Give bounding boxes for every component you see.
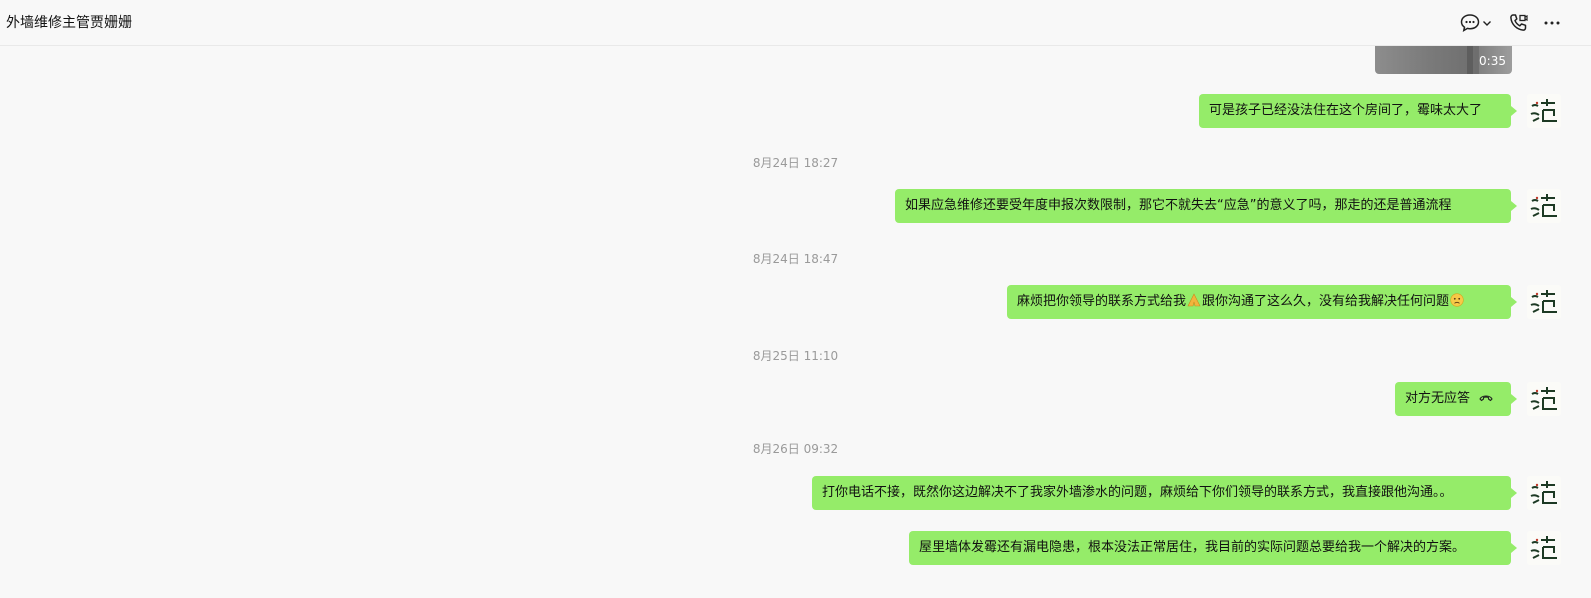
- message-bubble[interactable]: 打你电话不接，既然你这边解决不了我家外墙渗水的问题，麻烦给下你们领导的联系方式，…: [812, 476, 1517, 510]
- avatar[interactable]: [1527, 382, 1561, 416]
- message-bubble[interactable]: 麻烦把你领导的联系方式给我 跟你沟通了这么久，没有给我解决任何问题: [1007, 285, 1517, 319]
- hangup-phone-icon: [1479, 395, 1493, 402]
- message-bubble[interactable]: 对方无应答: [1395, 382, 1517, 416]
- more-icon[interactable]: [1541, 12, 1563, 34]
- avatar[interactable]: [1527, 531, 1561, 565]
- timestamp: 8月24日 18:27: [752, 156, 839, 170]
- chat-bubble-icon[interactable]: [1459, 12, 1481, 34]
- avatar[interactable]: [1527, 94, 1561, 128]
- pray-emoji-icon: [1187, 293, 1201, 307]
- avatar-calligraphy-icon: [1530, 481, 1557, 504]
- message-bubble[interactable]: 屋里墙体发霉还有漏电隐患，根本没法正常居住，我目前的实际问题总要给我一个解决的方…: [909, 531, 1517, 565]
- sad-emoji-icon: [1450, 293, 1464, 307]
- avatar-calligraphy-icon: [1530, 99, 1557, 122]
- video-duration: 0:35: [1479, 54, 1506, 68]
- message-list[interactable]: 0:35 可是孩子已经没法住在这个房间了，霉味太大了 8月24日 18:27 如…: [0, 46, 1591, 598]
- chevron-down-icon[interactable]: [1481, 12, 1493, 34]
- avatar[interactable]: [1527, 476, 1561, 510]
- avatar[interactable]: [1527, 189, 1561, 223]
- chat-title: 外墙维修主管贾姗姗: [6, 15, 132, 31]
- video-thumbnail[interactable]: 0:35: [1375, 46, 1512, 74]
- chat-header: 外墙维修主管贾姗姗: [0, 0, 1591, 46]
- avatar-calligraphy-icon: [1530, 194, 1557, 217]
- avatar-calligraphy-icon: [1530, 290, 1557, 313]
- timestamp: 8月26日 09:32: [752, 442, 839, 456]
- timestamp: 8月24日 18:47: [752, 252, 839, 266]
- message-bubble[interactable]: 如果应急维修还要受年度申报次数限制，那它不就失去“应急”的意义了吗，那走的还是普…: [895, 189, 1517, 223]
- message-bubble[interactable]: 可是孩子已经没法住在这个房间了，霉味太大了: [1199, 94, 1517, 128]
- call-status-text: 对方无应答: [1405, 391, 1471, 406]
- avatar-calligraphy-icon: [1530, 387, 1557, 410]
- phone-video-icon[interactable]: [1507, 12, 1529, 34]
- timestamp: 8月25日 11:10: [752, 349, 839, 363]
- message-text: 麻烦把你领导的联系方式给我: [1017, 294, 1187, 309]
- message-text: 跟你沟通了这么久，没有给我解决任何问题: [1202, 294, 1450, 309]
- avatar[interactable]: [1527, 285, 1561, 319]
- avatar-calligraphy-icon: [1530, 536, 1557, 559]
